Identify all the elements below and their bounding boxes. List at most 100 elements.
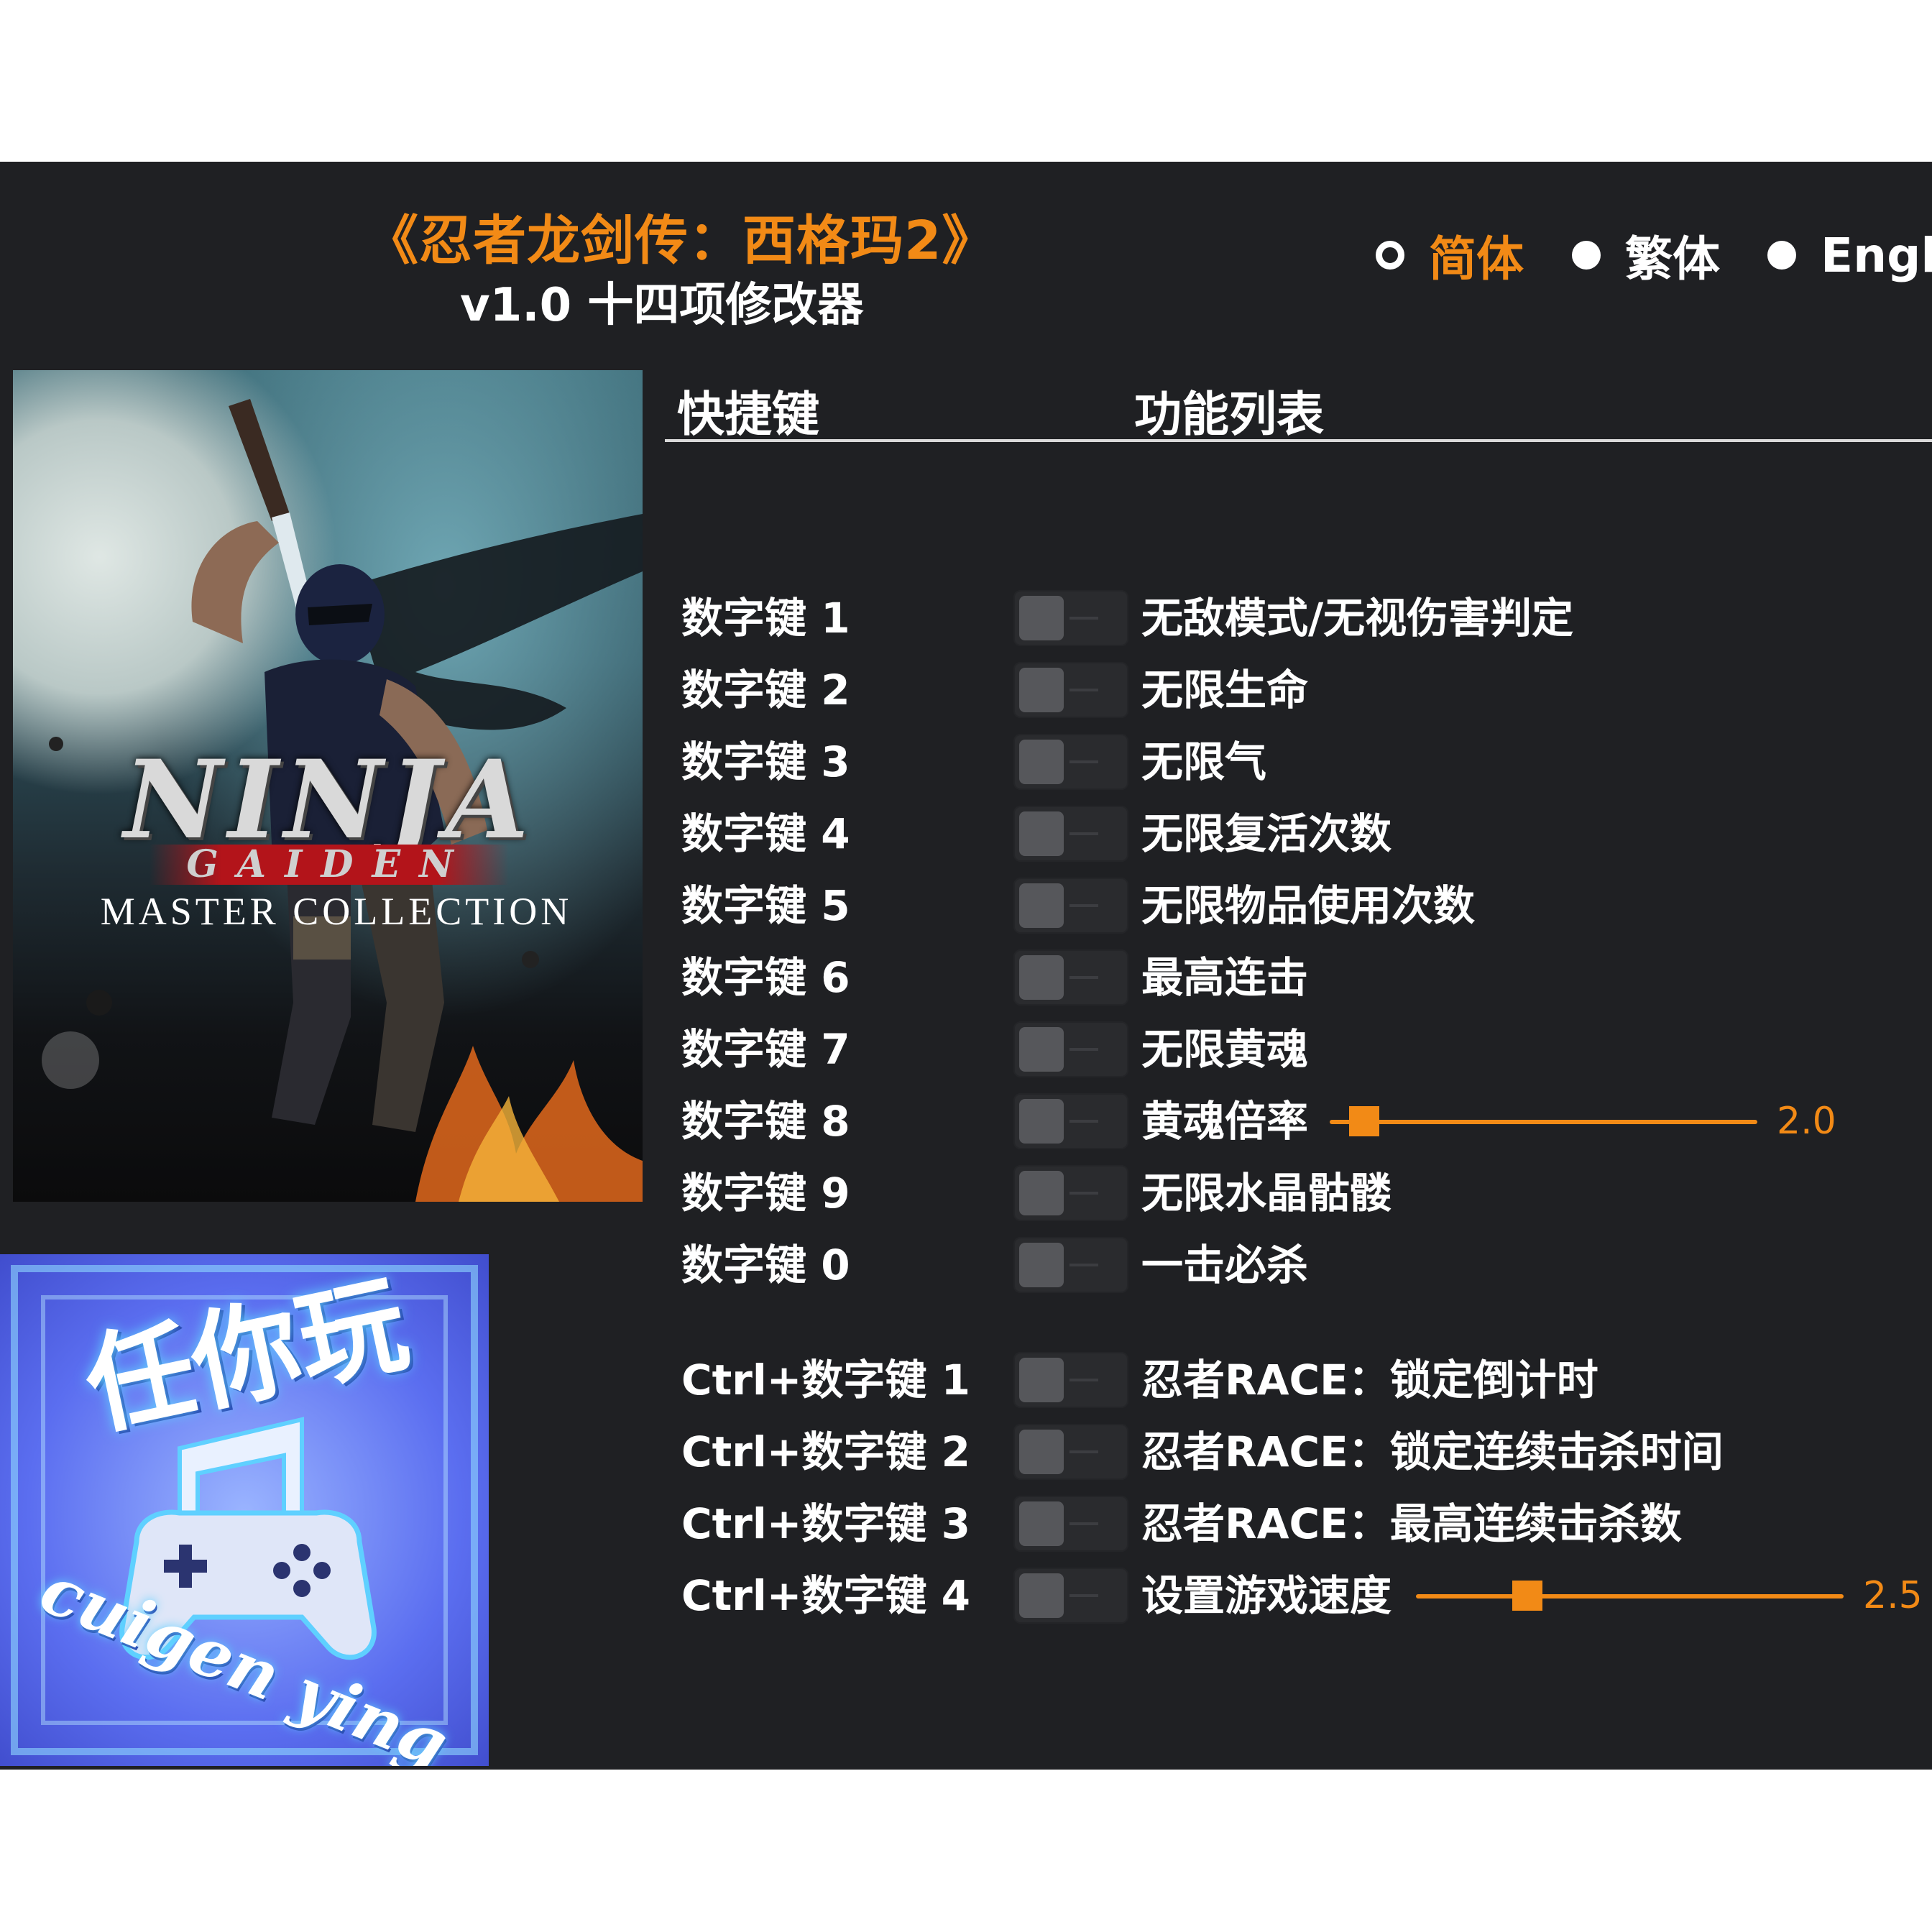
cheat-row: 数字键 5 无限物品使用次数 [0,873,1932,938]
function-label: 设置游戏速度 [1141,1571,1392,1620]
hotkey-label: 数字键 6 [681,953,850,1002]
toggle-knob [1019,1243,1064,1287]
function-label: 一击必杀 [1141,1241,1309,1289]
hotkey-label: 数字键 5 [681,881,850,930]
header-divider [665,439,1932,442]
cheat-row: 数字键 3 无限气 [0,730,1932,794]
cheat-toggle[interactable] [1013,590,1128,646]
function-label: 忍者RACE：最高连续击杀数 [1141,1499,1682,1548]
cheat-toggle[interactable] [1013,662,1128,718]
hotkey-label: Ctrl+数字键 4 [681,1571,970,1620]
language-label: 繁体 [1625,231,1720,287]
function-label: 无限黄魂 [1141,1025,1309,1074]
toggle-track [1070,760,1098,763]
toggle-track [1070,832,1098,835]
cheat-toggle[interactable] [1013,1165,1128,1221]
slider-value: 2.0 [1777,1100,1836,1143]
hotkey-label: 数字键 0 [681,1241,850,1289]
hotkey-label: 数字键 3 [681,737,850,786]
slider-rail [1330,1120,1757,1124]
toggle-knob [1019,1027,1064,1072]
toggle-knob [1019,883,1064,928]
cheat-toggle[interactable] [1013,1093,1128,1149]
radio-icon [1767,241,1796,270]
toggle-knob [1019,955,1064,1000]
toggle-knob [1019,668,1064,712]
column-header-function: 功能列表 [1134,387,1324,442]
hotkey-label: Ctrl+数字键 3 [681,1499,970,1548]
toggle-track [1070,1379,1098,1381]
toggle-track [1070,1048,1098,1051]
toggle-track [1070,617,1098,620]
cheat-row: 数字键 8 黄魂倍率 2.0 [0,1089,1932,1154]
language-option-simplified[interactable]: 简体 [1376,226,1524,287]
slider-thumb[interactable] [1348,1106,1379,1136]
cheat-row: Ctrl+数字键 3 忍者RACE：最高连续击杀数 [0,1491,1932,1556]
language-label: 简体 [1429,231,1524,287]
hotkey-label: 数字键 2 [681,666,850,714]
toggle-track [1070,1450,1098,1453]
toggle-knob [1019,1358,1064,1402]
cheat-toggle[interactable] [1013,1237,1128,1293]
game-speed-slider[interactable] [1416,1563,1844,1628]
cheat-row: 数字键 0 一击必杀 [0,1233,1932,1297]
language-option-english[interactable]: Engl [1767,226,1932,284]
toggle-knob [1019,1501,1064,1546]
toggle-track [1070,1594,1098,1597]
hotkey-label: Ctrl+数字键 1 [681,1356,970,1404]
toggle-knob [1019,1573,1064,1618]
cheat-toggle[interactable] [1013,1568,1128,1624]
radio-icon [1572,241,1601,270]
cheat-toggle[interactable] [1013,949,1128,1006]
cheat-row: 数字键 7 无限黄魂 [0,1017,1932,1082]
cheat-row: 数字键 4 无限复活次数 [0,801,1932,866]
toggle-knob [1019,1430,1064,1474]
toggle-track [1070,976,1098,979]
cheat-toggle[interactable] [1013,1496,1128,1552]
cheat-toggle[interactable] [1013,1021,1128,1077]
cheat-toggle[interactable] [1013,878,1128,934]
hotkey-label: 数字键 4 [681,809,850,858]
cheat-row: Ctrl+数字键 2 忍者RACE：锁定连续击杀时间 [0,1420,1932,1484]
function-label: 忍者RACE：锁定连续击杀时间 [1141,1427,1724,1476]
toggle-track [1070,1264,1098,1266]
function-label: 无限物品使用次数 [1141,881,1476,930]
function-label: 最高连击 [1141,953,1309,1002]
slider-thumb[interactable] [1512,1581,1542,1611]
hotkey-label: 数字键 9 [681,1169,850,1218]
function-label: 黄魂倍率 [1141,1097,1309,1146]
app-title: 《忍者龙剑传：西格玛2》 [365,210,996,272]
function-label: 无限复活次数 [1141,809,1392,858]
function-label: 无限水晶骷髅 [1141,1169,1392,1218]
function-label: 忍者RACE：锁定倒计时 [1141,1356,1598,1404]
toggle-track [1070,689,1098,691]
language-label: Engl [1821,227,1932,283]
cheat-toggle[interactable] [1013,1424,1128,1480]
language-option-traditional[interactable]: 繁体 [1572,226,1720,287]
hotkey-label: Ctrl+数字键 2 [681,1427,970,1476]
toggle-knob [1019,1099,1064,1144]
cheat-row: 数字键 1 无敌模式/无视伤害判定 [0,586,1932,650]
function-label: 无限气 [1141,737,1267,786]
toggle-knob [1019,1171,1064,1215]
toggle-track [1070,1522,1098,1525]
toggle-knob [1019,740,1064,784]
cheat-row: 数字键 9 无限水晶骷髅 [0,1161,1932,1225]
toggle-track [1070,1120,1098,1123]
toggle-knob [1019,596,1064,640]
app-subtitle: v1.0 十四项修改器 [460,279,864,332]
column-header-hotkey: 快捷键 [677,387,819,442]
cheat-toggle[interactable] [1013,734,1128,790]
function-label: 无限生命 [1141,666,1309,714]
trainer-window: 《忍者龙剑传：西格玛2》 v1.0 十四项修改器 简体 繁体 Engl NINJ… [0,162,1932,1770]
radio-icon [1376,241,1404,270]
slider-rail [1416,1594,1844,1598]
cheat-toggle[interactable] [1013,1352,1128,1408]
hotkey-label: 数字键 7 [681,1025,850,1074]
cheat-row: 数字键 6 最高连击 [0,945,1932,1010]
toggle-track [1070,904,1098,907]
cheat-row: Ctrl+数字键 4 设置游戏速度 2.5 [0,1563,1932,1628]
cheat-toggle[interactable] [1013,806,1128,862]
soul-multiplier-slider[interactable] [1330,1089,1757,1154]
toggle-knob [1019,811,1064,856]
